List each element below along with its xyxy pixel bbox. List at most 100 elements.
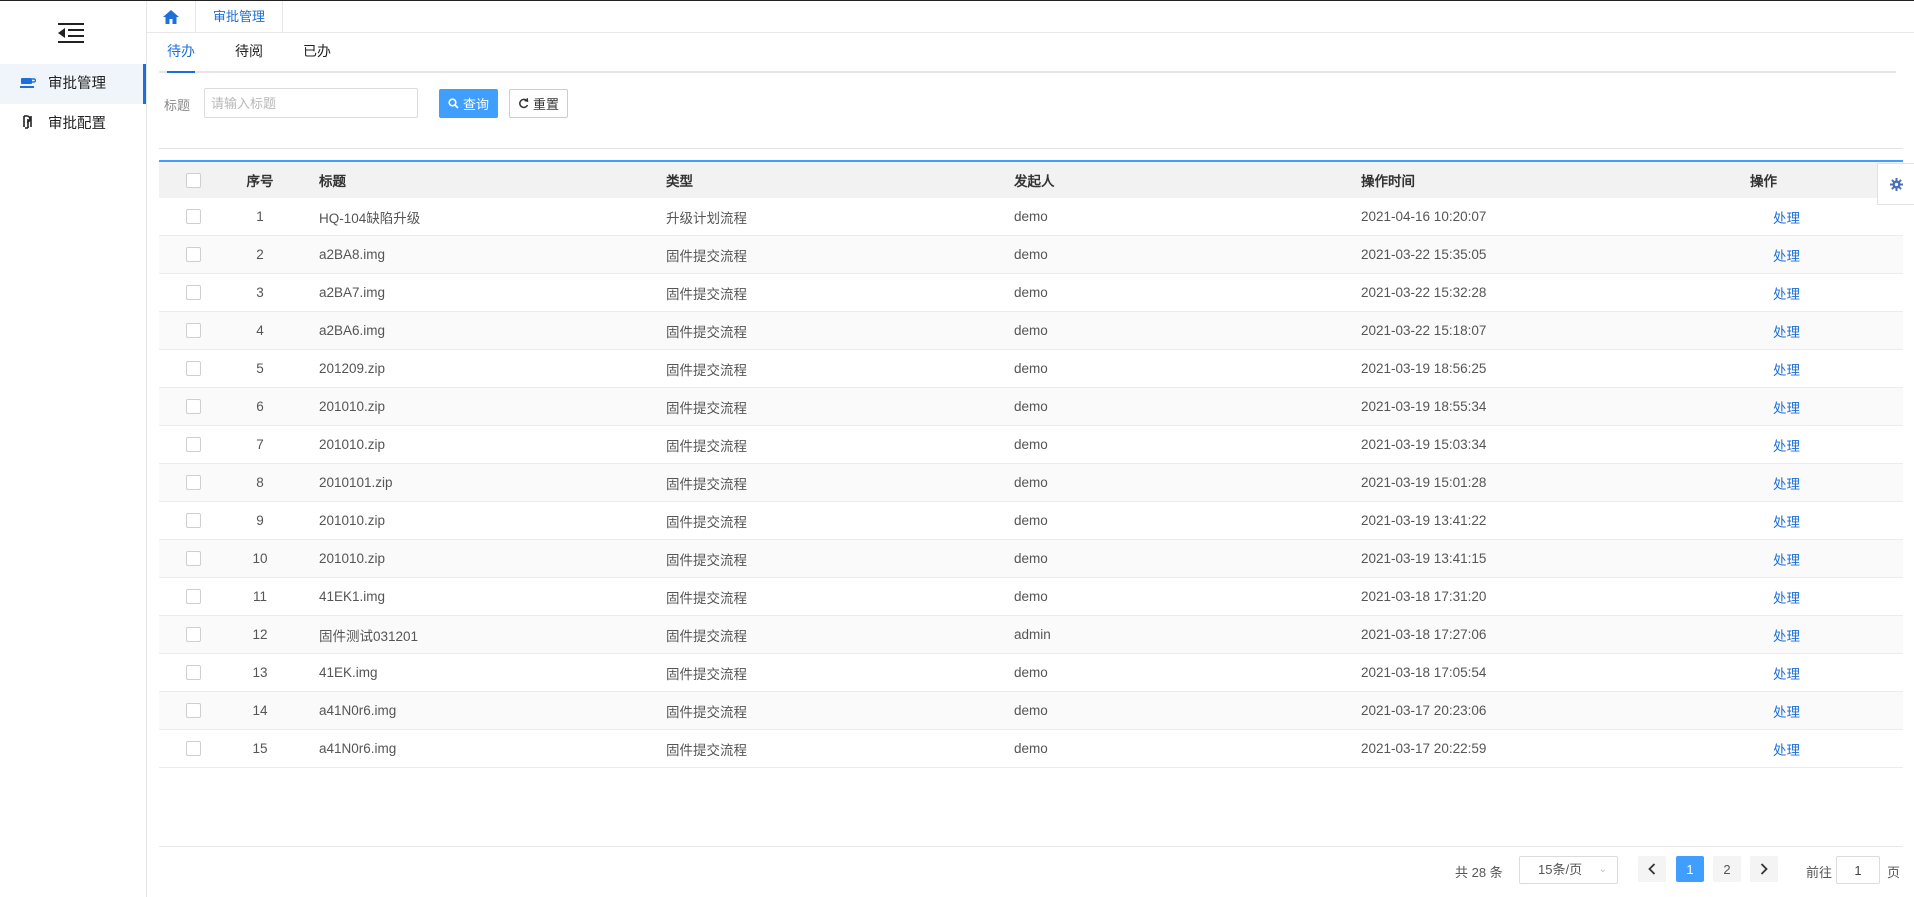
process-link[interactable]: 处理: [1773, 739, 1800, 759]
row-type: 固件提交流程: [666, 438, 747, 454]
column-header-title: 标题: [319, 174, 346, 189]
cup-icon: [18, 64, 38, 104]
row-time: 2021-03-17 20:22:59: [1361, 741, 1487, 756]
row-title: 201209.zip: [319, 361, 386, 376]
menu-collapse-icon[interactable]: [58, 23, 84, 43]
column-header-time: 操作时间: [1361, 174, 1415, 189]
query-button[interactable]: 查询: [439, 89, 498, 118]
row-time: 2021-03-19 18:55:34: [1361, 399, 1487, 414]
process-link[interactable]: 处理: [1773, 283, 1800, 303]
table-row: 6 201010.zip 固件提交流程 demo 2021-03-19 18:55:34…: [159, 388, 1903, 426]
row-checkbox[interactable]: [186, 323, 201, 338]
row-initiator: demo: [1014, 475, 1048, 490]
page-size-select[interactable]: 15条/页 ⌄: [1519, 856, 1618, 884]
row-checkbox[interactable]: [186, 665, 201, 680]
row-checkbox[interactable]: [186, 399, 201, 414]
row-type: 固件提交流程: [666, 514, 747, 530]
row-checkbox[interactable]: [186, 285, 201, 300]
sidebar-item-approval-config[interactable]: 审批配置: [0, 104, 146, 144]
row-initiator: demo: [1014, 361, 1048, 376]
row-type: 固件提交流程: [666, 286, 747, 302]
home-tab[interactable]: [147, 1, 196, 32]
row-initiator: demo: [1014, 703, 1048, 718]
title-filter-label: 标题: [164, 98, 191, 113]
process-link[interactable]: 处理: [1773, 549, 1800, 569]
tab-approval-management[interactable]: 审批管理: [196, 1, 283, 32]
row-checkbox[interactable]: [186, 209, 201, 224]
process-link[interactable]: 处理: [1773, 435, 1800, 455]
table-row: 15 a41N0r6.img 固件提交流程 demo 2021-03-17 20:22:…: [159, 730, 1903, 768]
process-link[interactable]: 处理: [1773, 663, 1800, 683]
column-header-initiator: 发起人: [1014, 174, 1055, 189]
title-search-input[interactable]: [204, 88, 418, 118]
sidebar-item-approval-management[interactable]: 审批管理: [0, 64, 146, 104]
row-no: 4: [256, 323, 264, 338]
chevron-left-icon: [1648, 863, 1656, 875]
row-checkbox[interactable]: [186, 437, 201, 452]
goto-page-input[interactable]: [1836, 856, 1880, 884]
table-row: 10 201010.zip 固件提交流程 demo 2021-03-19 13:41:1…: [159, 540, 1903, 578]
row-no: 13: [252, 665, 268, 680]
row-initiator: demo: [1014, 285, 1048, 300]
row-checkbox[interactable]: [186, 703, 201, 718]
row-title: HQ-104缺陷升级: [319, 210, 421, 226]
row-title: a41N0r6.img: [319, 741, 397, 756]
row-initiator: demo: [1014, 209, 1048, 224]
row-checkbox[interactable]: [186, 741, 201, 756]
tab-todo[interactable]: 待办: [167, 38, 195, 73]
row-initiator: demo: [1014, 741, 1048, 756]
row-no: 2: [256, 247, 264, 262]
row-no: 14: [252, 703, 268, 718]
table-settings-button[interactable]: [1877, 163, 1914, 205]
process-link[interactable]: 处理: [1773, 587, 1800, 607]
row-type: 升级计划流程: [666, 210, 747, 226]
row-title: a2BA8.img: [319, 247, 386, 262]
process-link[interactable]: 处理: [1773, 701, 1800, 721]
row-time: 2021-03-22 15:18:07: [1361, 323, 1487, 338]
row-checkbox[interactable]: [186, 589, 201, 604]
row-no: 12: [252, 627, 268, 642]
query-button-label: 查询: [462, 97, 489, 112]
row-no: 1: [256, 209, 264, 224]
process-link[interactable]: 处理: [1773, 625, 1800, 645]
goto-suffix: 页: [1887, 865, 1901, 880]
process-link[interactable]: 处理: [1773, 245, 1800, 265]
reset-button[interactable]: 重置: [509, 89, 568, 118]
row-checkbox[interactable]: [186, 247, 201, 262]
row-checkbox[interactable]: [186, 627, 201, 642]
row-title: 41EK1.img: [319, 589, 386, 604]
process-link[interactable]: 处理: [1773, 321, 1800, 341]
row-checkbox[interactable]: [186, 513, 201, 528]
table-row: 8 2010101.zip 固件提交流程 demo 2021-03-19 15:01:2…: [159, 464, 1903, 502]
chevron-down-icon: ⌄: [1598, 864, 1607, 875]
process-link[interactable]: 处理: [1773, 207, 1800, 227]
column-header-no: 序号: [246, 174, 274, 189]
row-type: 固件提交流程: [666, 666, 747, 682]
row-initiator: demo: [1014, 399, 1048, 414]
page-button-2[interactable]: 2: [1713, 856, 1741, 882]
process-link[interactable]: 处理: [1773, 473, 1800, 493]
next-page-button[interactable]: [1750, 856, 1778, 882]
prev-page-button[interactable]: [1638, 856, 1666, 882]
page-button-1[interactable]: 1: [1676, 856, 1704, 882]
row-no: 7: [256, 437, 264, 452]
select-all-checkbox[interactable]: [186, 172, 201, 188]
tab-done[interactable]: 已办: [303, 38, 331, 71]
tab-to-read[interactable]: 待阅: [235, 38, 263, 71]
row-no: 6: [256, 399, 264, 414]
row-type: 固件提交流程: [666, 628, 747, 644]
table-row: 4 a2BA6.img 固件提交流程 demo 2021-03-22 15:18:07 处…: [159, 312, 1903, 350]
process-link[interactable]: 处理: [1773, 511, 1800, 531]
table-row: 1 HQ-104缺陷升级 升级计划流程 demo 2021-04-16 10:20:07…: [159, 198, 1903, 236]
process-link[interactable]: 处理: [1773, 397, 1800, 417]
row-checkbox[interactable]: [186, 475, 201, 490]
process-link[interactable]: 处理: [1773, 359, 1800, 379]
row-title: 41EK.img: [319, 665, 378, 680]
row-checkbox[interactable]: [186, 551, 201, 566]
row-title: a2BA6.img: [319, 323, 386, 338]
reset-button-label: 重置: [532, 97, 559, 112]
row-initiator: demo: [1014, 665, 1048, 680]
row-type: 固件提交流程: [666, 590, 747, 606]
row-initiator: demo: [1014, 247, 1048, 262]
row-checkbox[interactable]: [186, 361, 201, 376]
